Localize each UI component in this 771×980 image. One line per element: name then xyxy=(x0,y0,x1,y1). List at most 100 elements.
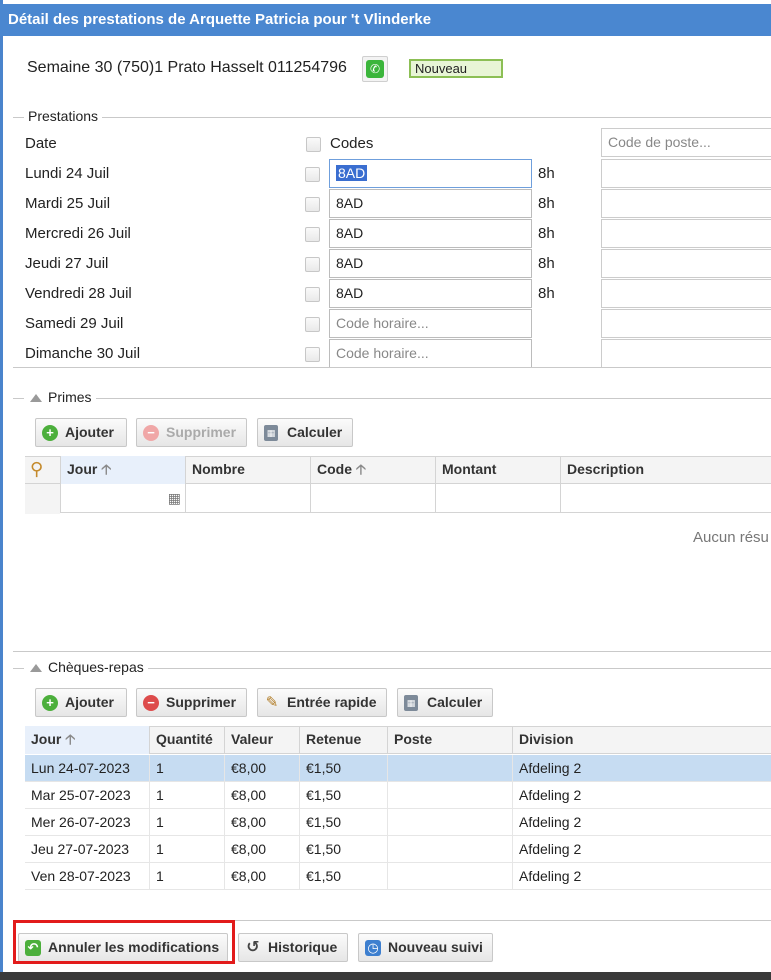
search-icon[interactable]: ⚲ xyxy=(30,459,43,480)
cell-poste xyxy=(387,755,512,782)
primes-add-button[interactable]: + Ajouter xyxy=(35,418,127,447)
day-checkbox[interactable] xyxy=(305,167,320,182)
sort-up-icon: 🡡 xyxy=(65,731,76,747)
cell-quantite: 1 xyxy=(149,809,224,836)
cheques-col-valeur[interactable]: Valeur xyxy=(224,726,299,754)
primes-empty-text: Aucun résu xyxy=(693,529,769,546)
primes-col-jour[interactable]: Jour 🡡 xyxy=(60,456,185,484)
day-poste-input[interactable] xyxy=(601,159,771,188)
minus-icon: − xyxy=(143,695,159,711)
cell-retenue: €1,50 xyxy=(299,782,387,809)
primes-collapse-icon[interactable] xyxy=(30,394,42,402)
filter-nombre-input[interactable] xyxy=(185,484,310,513)
cell-poste xyxy=(387,836,512,863)
window-left-edge xyxy=(0,0,3,980)
cell-poste xyxy=(387,809,512,836)
cell-jour: Ven 28-07-2023 xyxy=(31,868,131,884)
cheques-delete-button[interactable]: − Supprimer xyxy=(136,688,247,717)
code-horaire-input[interactable]: Code horaire... xyxy=(329,339,532,368)
cell-valeur: €8,00 xyxy=(224,863,299,890)
cheques-quick-entry-button[interactable]: ✎ Entrée rapide xyxy=(257,688,387,717)
prestations-legend: Prestations xyxy=(24,108,103,124)
code-horaire-input[interactable]: Code horaire... xyxy=(329,309,532,338)
cell-retenue: €1,50 xyxy=(299,863,387,890)
calendar-icon[interactable]: ▦ xyxy=(168,490,181,507)
cell-poste xyxy=(387,782,512,809)
new-followup-button[interactable]: ◷ Nouveau suivi xyxy=(358,933,493,962)
code-horaire-input[interactable]: 8AD xyxy=(329,219,532,248)
day-checkbox[interactable] xyxy=(305,257,320,272)
cheques-col-quantite[interactable]: Quantité xyxy=(149,726,224,754)
cell-quantite: 1 xyxy=(149,863,224,890)
phone-button[interactable]: ✆ xyxy=(362,56,388,82)
day-checkbox[interactable] xyxy=(305,287,320,302)
day-hours: 8h xyxy=(538,255,555,272)
cell-jour: Mar 25-07-2023 xyxy=(31,787,131,803)
prestations-divider xyxy=(13,117,771,118)
cheques-col-retenue[interactable]: Retenue xyxy=(299,726,387,754)
cell-retenue: €1,50 xyxy=(299,836,387,863)
day-checkbox[interactable] xyxy=(305,347,320,362)
filter-row-gutter xyxy=(25,484,60,514)
history-button[interactable]: ↺ Historique xyxy=(238,933,348,962)
primes-col-description[interactable]: Description xyxy=(560,456,771,484)
day-poste-input[interactable] xyxy=(601,279,771,308)
primes-col-code[interactable]: Code 🡡 xyxy=(310,456,435,484)
sort-up-icon: 🡡 xyxy=(101,461,112,477)
cell-division: Afdeling 2 xyxy=(512,809,771,836)
filter-jour-input[interactable]: ▦ xyxy=(60,484,185,513)
day-poste-input[interactable] xyxy=(601,339,771,368)
cheques-collapse-icon[interactable] xyxy=(30,664,42,672)
cheques-add-button[interactable]: + Ajouter xyxy=(35,688,127,717)
cell-jour: Mer 26-07-2023 xyxy=(31,814,131,830)
day-hours: 8h xyxy=(538,165,555,182)
cell-division: Afdeling 2 xyxy=(512,863,771,890)
cell-jour: Lun 24-07-2023 xyxy=(31,760,130,776)
cheques-col-jour[interactable]: Jour 🡡 xyxy=(25,726,149,754)
cheques-calculate-button[interactable]: ▦ Calculer xyxy=(397,688,493,717)
codes-select-all-checkbox[interactable] xyxy=(306,137,321,152)
cell-retenue: €1,50 xyxy=(299,809,387,836)
cell-division: Afdeling 2 xyxy=(512,782,771,809)
cell-retenue: €1,50 xyxy=(299,755,387,782)
day-checkbox[interactable] xyxy=(305,197,320,212)
plus-icon: + xyxy=(42,425,58,441)
code-horaire-input[interactable]: 8AD xyxy=(329,189,532,218)
date-header: Date xyxy=(25,135,57,152)
magic-wand-icon: ✎ xyxy=(265,694,279,711)
cheques-col-division[interactable]: Division xyxy=(512,726,771,754)
day-label: Vendredi 28 Juil xyxy=(25,285,132,302)
cell-division: Afdeling 2 xyxy=(512,755,771,782)
phone-icon: ✆ xyxy=(366,60,384,78)
filter-montant-input[interactable] xyxy=(435,484,560,513)
filter-description-input[interactable] xyxy=(560,484,771,513)
codes-header: Codes xyxy=(330,135,374,152)
day-checkbox[interactable] xyxy=(305,227,320,242)
code-horaire-input[interactable]: 8AD xyxy=(329,279,532,308)
day-poste-input[interactable] xyxy=(601,219,771,248)
cell-quantite: 1 xyxy=(149,782,224,809)
taskbar-strip xyxy=(0,972,771,980)
day-label: Jeudi 27 Juil xyxy=(25,255,109,272)
cheques-col-poste[interactable]: Poste xyxy=(387,726,512,754)
code-horaire-input[interactable]: 8AD xyxy=(329,249,532,278)
primes-col-nombre[interactable]: Nombre xyxy=(185,456,310,484)
code-horaire-input[interactable]: 8AD xyxy=(329,159,532,188)
day-poste-input[interactable] xyxy=(601,249,771,278)
filter-code-input[interactable] xyxy=(310,484,435,513)
day-checkbox[interactable] xyxy=(305,317,320,332)
history-icon: ↺ xyxy=(246,939,260,956)
primes-delete-button[interactable]: − Supprimer xyxy=(136,418,247,447)
clock-icon: ◷ xyxy=(365,940,381,956)
primes-calculate-button[interactable]: ▦ Calculer xyxy=(257,418,353,447)
day-poste-input[interactable] xyxy=(601,189,771,218)
calculator-icon: ▦ xyxy=(264,425,278,441)
cell-quantite: 1 xyxy=(149,836,224,863)
primes-col-montant[interactable]: Montant xyxy=(435,456,560,484)
day-label: Mardi 25 Juil xyxy=(25,195,111,212)
day-poste-input[interactable] xyxy=(601,309,771,338)
minus-icon: − xyxy=(143,425,159,441)
cell-division: Afdeling 2 xyxy=(512,836,771,863)
code-poste-input[interactable]: Code de poste... xyxy=(601,128,771,157)
day-label: Mercredi 26 Juil xyxy=(25,225,131,242)
